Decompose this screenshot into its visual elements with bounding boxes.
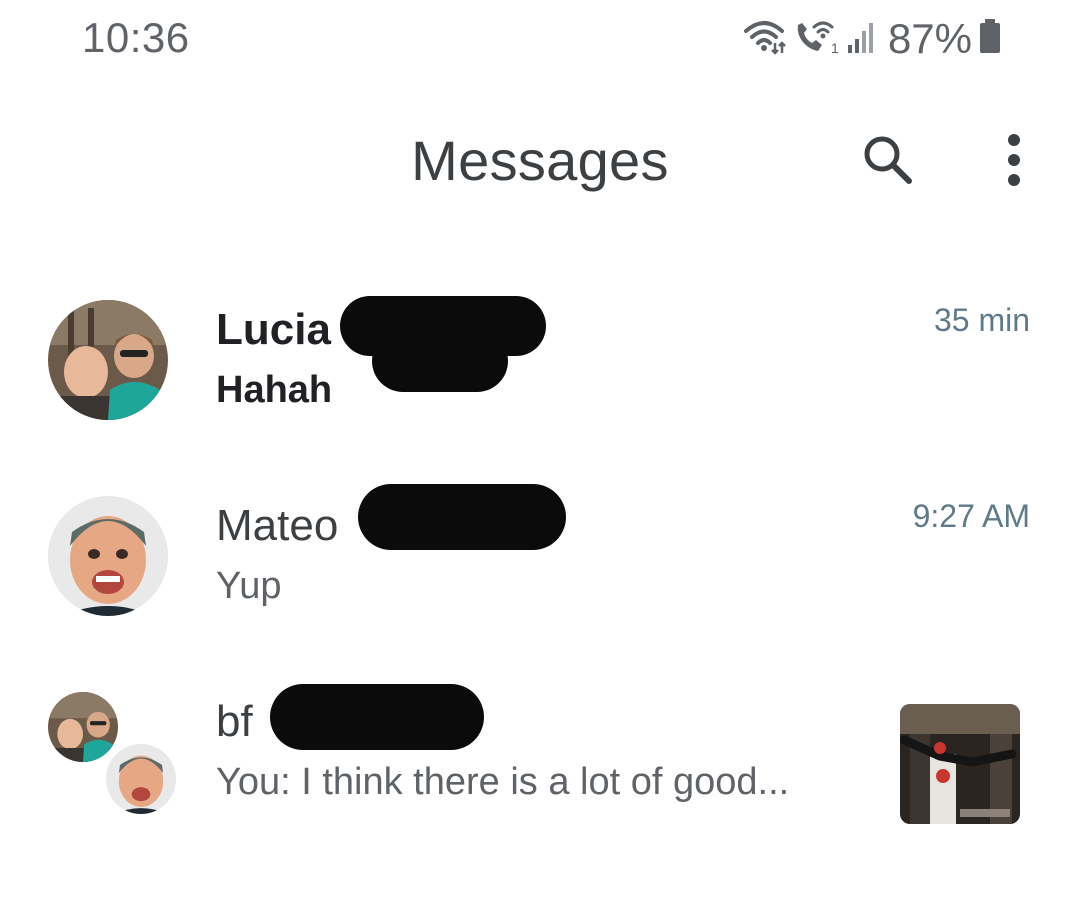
search-icon: [864, 136, 912, 184]
message-time: 35 min: [933, 302, 1030, 338]
search-button[interactable]: [848, 120, 928, 200]
contact-name: Mateo: [216, 501, 339, 550]
redaction-mark: [270, 684, 484, 750]
redaction-mark: [358, 484, 566, 550]
conversation-item[interactable]: Lucia S Hahah 35 min: [0, 270, 1080, 450]
battery-icon: [978, 17, 1002, 62]
conversation-item[interactable]: Mateo Yup 9:27 AM: [0, 466, 1080, 646]
message-time: 9:27 AM: [912, 498, 1030, 534]
status-bar: 10:36 1 87%: [0, 0, 1080, 80]
status-icons: 1 87%: [742, 14, 1002, 64]
more-vert-icon: [1008, 134, 1020, 186]
avatar[interactable]: [48, 496, 168, 616]
signal-icon: [846, 17, 876, 62]
redaction-mark: [372, 330, 508, 392]
svg-text:1: 1: [831, 40, 839, 56]
message-snippet: Yup: [216, 565, 282, 607]
wifi-calling-icon: 1: [792, 17, 840, 62]
message-snippet: You: I think there is a lot of good...: [216, 761, 790, 803]
conversation-item[interactable]: bf You: I think there is a lot of good..…: [0, 662, 1080, 842]
avatar: [45, 689, 121, 765]
app-bar: Messages: [0, 110, 1080, 210]
battery-percent: 87%: [887, 15, 972, 62]
more-options-button[interactable]: [974, 120, 1054, 200]
image-thumbnail[interactable]: [900, 704, 1020, 824]
avatar[interactable]: [48, 300, 168, 420]
avatar: [103, 741, 179, 817]
message-snippet: Hahah: [216, 369, 333, 411]
group-avatar[interactable]: [45, 689, 179, 817]
wifi-icon: [742, 17, 786, 62]
contact-name: bf: [216, 697, 253, 746]
status-time: 10:36: [82, 14, 190, 61]
